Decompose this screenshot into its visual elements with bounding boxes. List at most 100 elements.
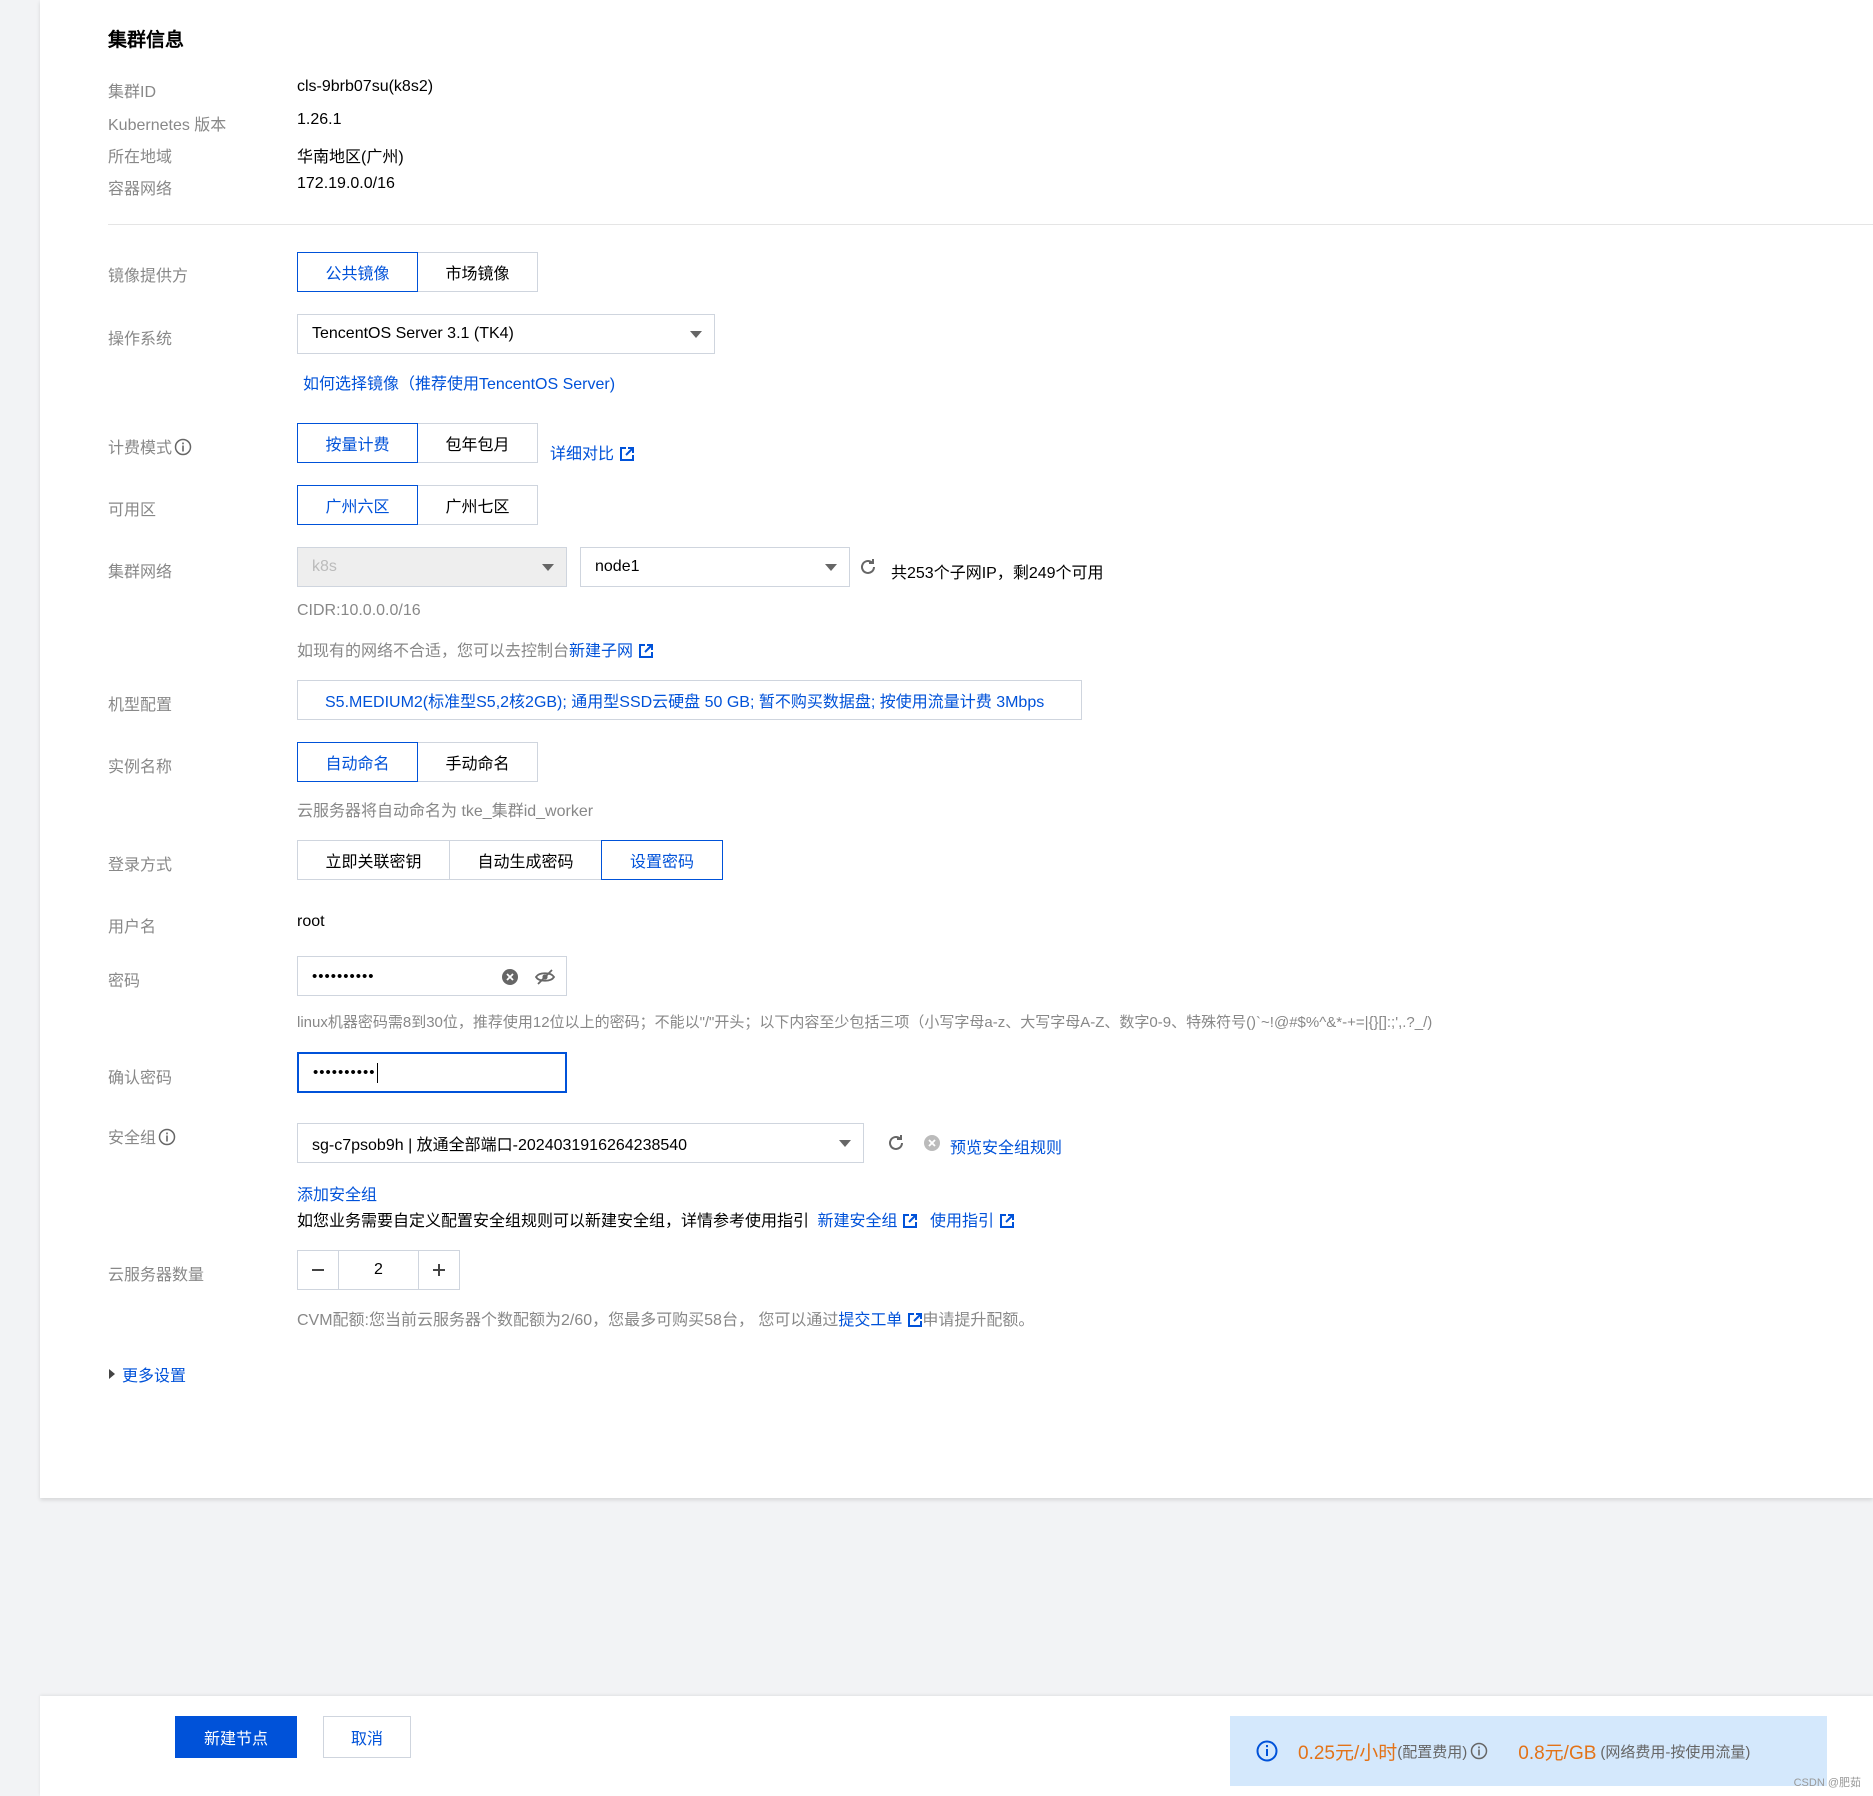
info-icon[interactable] — [174, 438, 192, 456]
instance-name-hint: 云服务器将自动命名为 tke_集群id_worker — [297, 803, 594, 820]
info-icon[interactable] — [1470, 1742, 1488, 1760]
cluster-id-label: 集群ID — [108, 84, 157, 101]
network-hint: 如现有的网络不合适，您可以去控制台新建子网 — [297, 637, 654, 661]
divider — [108, 224, 1873, 225]
instance-name-segment: 自动命名 手动命名 — [297, 742, 538, 782]
login-set-password[interactable]: 设置密码 — [601, 840, 723, 880]
zone-guangzhou-6[interactable]: 广州六区 — [297, 485, 418, 525]
network-cidr: CIDR:10.0.0.0/16 — [297, 602, 421, 619]
network-price-note: (网络费用-按使用流量) — [1600, 1743, 1751, 1761]
refresh-icon[interactable] — [858, 557, 878, 577]
machine-config-selector[interactable]: S5.MEDIUM2(标准型S5,2核2GB); 通用型SSD云硬盘 50 GB… — [297, 680, 1082, 720]
add-security-group-link[interactable]: 添加安全组 — [297, 1181, 377, 1205]
quota-hint-suffix: 申请提升配额。 — [922, 1312, 1035, 1329]
eye-off-icon[interactable] — [534, 967, 556, 987]
os-select-value: TencentOS Server 3.1 (TK4) — [312, 325, 514, 342]
password-input[interactable]: •••••••••• — [297, 956, 567, 996]
external-link-icon — [999, 1214, 1014, 1228]
footer-bar: 新建节点 取消 0.25元/小时 (配置费用) 0.8元/GB (网络费用-按使… — [40, 1696, 1873, 1796]
price-summary: 0.25元/小时 (配置费用) 0.8元/GB (网络费用-按使用流量) — [1230, 1716, 1827, 1786]
billing-monthly[interactable]: 包年包月 — [417, 423, 538, 463]
subnet-select[interactable]: node1 — [580, 547, 850, 587]
machine-config-value: S5.MEDIUM2(标准型S5,2核2GB); 通用型SSD云硬盘 50 GB… — [325, 694, 1045, 711]
os-select[interactable]: TencentOS Server 3.1 (TK4) — [297, 314, 715, 354]
security-group-label: 安全组 — [108, 1124, 176, 1148]
guide-link[interactable]: 使用指引 — [930, 1213, 994, 1230]
login-bind-key[interactable]: 立即关联密钥 — [297, 840, 450, 880]
confirm-password-value: •••••••••• — [313, 1064, 376, 1081]
more-settings-toggle[interactable]: 更多设置 — [108, 1362, 186, 1386]
instance-name-label: 实例名称 — [108, 759, 173, 776]
cluster-info-title: 集群信息 — [108, 30, 185, 51]
billing-label-text: 计费模式 — [108, 440, 173, 457]
image-provider-public[interactable]: 公共镜像 — [297, 252, 418, 292]
increment-button[interactable] — [418, 1251, 459, 1289]
image-provider-market[interactable]: 市场镜像 — [417, 252, 538, 292]
k8s-version-value: 1.26.1 — [297, 111, 342, 128]
billing-compare-text: 详细对比 — [550, 446, 615, 463]
decrement-button[interactable] — [298, 1251, 339, 1289]
submit-ticket-link[interactable]: 提交工单 — [838, 1312, 902, 1329]
server-count-label: 云服务器数量 — [108, 1267, 205, 1284]
login-auto-password[interactable]: 自动生成密码 — [449, 840, 602, 880]
quota-hint: CVM配额:您当前云服务器个数配额为2/60，您最多可购买58台， 您可以通过提… — [297, 1306, 1034, 1330]
clear-icon[interactable] — [923, 1134, 941, 1152]
security-group-select[interactable]: sg-c7psob9h | 放通全部端口-2024031916264238540 — [297, 1123, 864, 1163]
zone-segment: 广州六区 广州七区 — [297, 485, 538, 525]
container-network-value: 172.19.0.0/16 — [297, 175, 395, 192]
billing-pay-as-you-go[interactable]: 按量计费 — [297, 423, 418, 463]
cluster-id-value: cls-9brb07su(k8s2) — [297, 78, 434, 95]
config-price: 0.25元/小时 — [1298, 1742, 1398, 1764]
minus-icon — [312, 1269, 324, 1271]
subnet-select-value: node1 — [595, 558, 640, 575]
vpc-select: k8s — [297, 547, 567, 587]
info-icon[interactable] — [158, 1128, 176, 1146]
watermark: CSDN @肥茹 — [1793, 1777, 1861, 1789]
refresh-icon[interactable] — [886, 1133, 906, 1153]
region-value: 华南地区(广州) — [297, 149, 404, 166]
chevron-down-icon — [825, 564, 837, 571]
vpc-select-value: k8s — [312, 558, 337, 575]
node-form-card: 集群信息 集群ID cls-9brb07su(k8s2) Kubernetes … — [40, 0, 1873, 1498]
clear-icon[interactable] — [501, 968, 519, 986]
config-price-note: (配置费用) — [1397, 1743, 1468, 1761]
external-link-icon — [620, 447, 635, 461]
username-value: root — [297, 913, 325, 930]
security-group-hint-text: 如您业务需要自定义配置安全组规则可以新建安全组，详情参考使用指引 — [297, 1213, 810, 1230]
caret-right-icon — [109, 1369, 115, 1379]
server-count-value[interactable]: 2 — [339, 1251, 418, 1289]
server-count-stepper: 2 — [297, 1250, 460, 1290]
external-link-icon — [908, 1313, 923, 1327]
billing-compare-link[interactable]: 详细对比 — [550, 440, 635, 464]
chevron-down-icon — [839, 1140, 851, 1147]
os-help-link[interactable]: 如何选择镜像（推荐使用TencentOS Server) — [303, 370, 615, 394]
new-security-group-link[interactable]: 新建安全组 — [817, 1213, 897, 1230]
security-group-value: sg-c7psob9h | 放通全部端口-2024031916264238540 — [312, 1137, 688, 1154]
external-link-icon — [639, 644, 654, 658]
network-price: 0.8元/GB — [1518, 1742, 1597, 1764]
confirm-password-input[interactable]: •••••••••• — [297, 1052, 567, 1093]
instance-name-auto[interactable]: 自动命名 — [297, 742, 418, 782]
billing-label: 计费模式 — [108, 434, 192, 458]
subnet-ip-info: 共253个子网IP，剩249个可用 — [891, 565, 1104, 582]
zone-guangzhou-7[interactable]: 广州七区 — [417, 485, 538, 525]
password-label: 密码 — [108, 973, 141, 990]
instance-name-manual[interactable]: 手动命名 — [417, 742, 538, 782]
more-settings-label: 更多设置 — [122, 1368, 187, 1385]
quota-hint-text: CVM配额:您当前云服务器个数配额为2/60，您最多可购买58台， 您可以通过 — [297, 1312, 839, 1329]
login-method-label: 登录方式 — [108, 857, 173, 874]
k8s-version-label: Kubernetes 版本 — [108, 117, 227, 134]
security-group-label-text: 安全组 — [108, 1130, 157, 1147]
billing-segment: 按量计费 包年包月 — [297, 423, 538, 463]
container-network-label: 容器网络 — [108, 181, 173, 198]
password-hint: linux机器密码需8到30位，推荐使用12位以上的密码；不能以"/"开头；以下… — [297, 1014, 1433, 1031]
username-label: 用户名 — [108, 919, 157, 936]
login-method-segment: 立即关联密钥 自动生成密码 设置密码 — [297, 840, 723, 880]
create-node-button[interactable]: 新建节点 — [175, 1716, 297, 1758]
info-icon — [1256, 1740, 1278, 1762]
cancel-button[interactable]: 取消 — [323, 1716, 411, 1758]
text-cursor — [376, 1062, 378, 1083]
preview-rules-link[interactable]: 预览安全组规则 — [950, 1134, 1062, 1158]
create-subnet-link[interactable]: 新建子网 — [569, 643, 633, 660]
machine-config-label: 机型配置 — [108, 697, 173, 714]
